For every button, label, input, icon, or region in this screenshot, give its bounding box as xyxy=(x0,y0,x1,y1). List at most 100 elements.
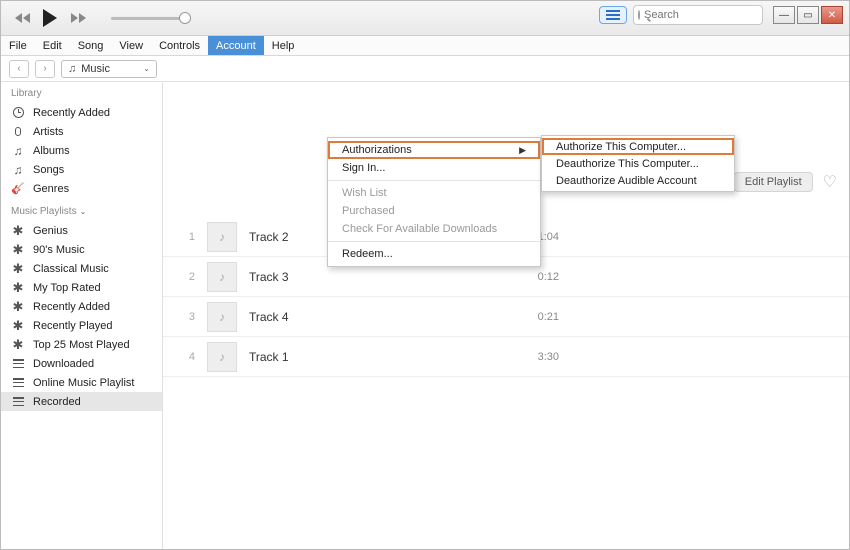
track-number: 2 xyxy=(181,271,195,283)
track-row[interactable]: 3 ♪ Track 4 0:21 xyxy=(163,297,849,337)
menu-help[interactable]: Help xyxy=(264,36,303,55)
search-input[interactable] xyxy=(633,5,763,25)
note-icon: ♫ xyxy=(11,163,25,177)
search-icon xyxy=(638,10,640,20)
forward-button[interactable]: › xyxy=(35,60,55,78)
gear-icon: ✱ xyxy=(11,338,25,351)
gear-icon: ✱ xyxy=(11,281,25,294)
sidebar-item-label: Classical Music xyxy=(33,263,109,275)
sidebar-item-recently-added[interactable]: Recently Added xyxy=(1,103,162,122)
sidebar-item-90-s-music[interactable]: ✱90's Music xyxy=(1,240,162,259)
track-art-placeholder: ♪ xyxy=(207,302,237,332)
sidebar-item-top-25-most-played[interactable]: ✱ Top 25 Most Played xyxy=(1,335,162,354)
sidebar: Library Recently AddedArtists♫Albums♫Son… xyxy=(1,82,163,549)
sidebar-item-label: Recorded xyxy=(33,396,81,408)
menu-controls[interactable]: Controls xyxy=(151,36,208,55)
track-row[interactable]: 4♪Track 13:30 xyxy=(163,337,849,377)
track-art-placeholder: ♪ xyxy=(207,342,237,372)
track-duration: 0:21 xyxy=(538,311,559,323)
account-menu-check-for-available-downloads: Check For Available Downloads xyxy=(328,220,540,238)
chevron-right-icon: ▶ xyxy=(519,145,526,156)
edit-playlist-button[interactable]: Edit Playlist xyxy=(734,172,813,192)
menu-bar: FileEditSongViewControlsAccountHelp xyxy=(1,36,849,56)
sidebar-item-label: Top 25 Most Played xyxy=(33,339,130,351)
list-view-toggle[interactable] xyxy=(599,6,627,24)
track-title: Track 4 xyxy=(249,310,449,324)
track-title: Track 1 xyxy=(249,350,449,364)
guitar-icon: 🎸 xyxy=(11,182,25,195)
main-content: ••• Edit Playlist ♡ 1♪Track 21:042♪Track… xyxy=(163,82,849,549)
prev-track-button[interactable] xyxy=(13,9,31,27)
source-picker-label: Music xyxy=(81,63,110,75)
sidebar-item-genius[interactable]: ✱ Genius xyxy=(1,221,162,240)
gear-icon: ✱ xyxy=(11,243,25,256)
chevron-down-icon: ⌄ xyxy=(80,207,87,216)
list-icon xyxy=(11,359,25,368)
gear-icon: ✱ xyxy=(11,224,25,237)
sidebar-item-recently-added[interactable]: ✱ Recently Added xyxy=(1,297,162,316)
menu-view[interactable]: View xyxy=(111,36,151,55)
sidebar-item-label: Artists xyxy=(33,126,64,138)
sidebar-item-my-top-rated[interactable]: ✱ My Top Rated xyxy=(1,278,162,297)
next-track-button[interactable] xyxy=(69,9,87,27)
sidebar-item-classical-music[interactable]: ✱ Classical Music xyxy=(1,259,162,278)
note-icon: ♫ xyxy=(11,144,25,158)
menu-song[interactable]: Song xyxy=(70,36,112,55)
auth-submenu-deauthorize-this-computer-[interactable]: Deauthorize This Computer... xyxy=(542,155,734,172)
volume-slider[interactable] xyxy=(111,17,191,20)
gear-icon: ✱ xyxy=(11,262,25,275)
auth-submenu-authorize-this-computer-[interactable]: Authorize This Computer... xyxy=(542,138,734,155)
sidebar-item-label: Genius xyxy=(33,225,68,237)
sidebar-item-artists[interactable]: Artists xyxy=(1,122,162,141)
sidebar-item-albums[interactable]: ♫ Albums xyxy=(1,141,162,160)
favorite-icon[interactable]: ♡ xyxy=(823,172,837,192)
account-menu-purchased: Purchased xyxy=(328,202,540,220)
account-menu-sign-in-[interactable]: Sign In... xyxy=(328,159,540,177)
gear-icon: ✱ xyxy=(11,319,25,332)
sub-toolbar: ‹ › ♫Music ⌄ xyxy=(1,56,849,82)
sidebar-item-downloaded[interactable]: Downloaded xyxy=(1,354,162,373)
track-art-placeholder: ♪ xyxy=(207,222,237,252)
music-note-icon: ♫ xyxy=(68,63,76,75)
sidebar-item-label: My Top Rated xyxy=(33,282,101,294)
back-button[interactable]: ‹ xyxy=(9,60,29,78)
account-menu-redeem-[interactable]: Redeem... xyxy=(328,245,540,263)
sidebar-item-genres[interactable]: 🎸 Genres xyxy=(1,179,162,198)
sidebar-item-label: Genres xyxy=(33,183,69,195)
list-icon xyxy=(11,397,25,406)
track-number: 3 xyxy=(181,311,195,323)
sidebar-header-playlists[interactable]: Music Playlists⌄ xyxy=(1,198,162,221)
sidebar-item-label: Recently Added xyxy=(33,301,110,313)
menu-edit[interactable]: Edit xyxy=(35,36,70,55)
mic-icon xyxy=(11,127,25,136)
gear-icon: ✱ xyxy=(11,300,25,313)
sidebar-item-label: Recently Played xyxy=(33,320,113,332)
sidebar-item-label: Downloaded xyxy=(33,358,94,370)
track-number: 1 xyxy=(181,231,195,243)
sidebar-item-label: Recently Added xyxy=(33,107,110,119)
account-menu-wish-list: Wish List xyxy=(328,184,540,202)
sidebar-item-label: Songs xyxy=(33,164,64,176)
menu-account[interactable]: Account xyxy=(208,36,264,55)
track-duration: 0:12 xyxy=(538,271,559,283)
window-close-button[interactable]: ✕ xyxy=(821,6,843,24)
track-art-placeholder: ♪ xyxy=(207,262,237,292)
list-icon xyxy=(11,378,25,387)
sidebar-item-recorded[interactable]: Recorded xyxy=(1,392,162,411)
sidebar-item-label: Online Music Playlist xyxy=(33,377,134,389)
play-button[interactable] xyxy=(41,9,59,27)
sidebar-item-label: Albums xyxy=(33,145,70,157)
clock-icon xyxy=(11,107,25,118)
track-duration: 3:30 xyxy=(538,351,559,363)
account-menu-authorizations[interactable]: Authorizations▶ xyxy=(328,141,540,159)
menu-file[interactable]: File xyxy=(1,36,35,55)
window-minimize-button[interactable]: — xyxy=(773,6,795,24)
window-maximize-button[interactable]: ▭ xyxy=(797,6,819,24)
sidebar-item-recently-played[interactable]: ✱ Recently Played xyxy=(1,316,162,335)
sidebar-item-online-music-playlist[interactable]: Online Music Playlist xyxy=(1,373,162,392)
source-picker[interactable]: ♫Music ⌄ xyxy=(61,60,157,78)
sidebar-item-songs[interactable]: ♫ Songs xyxy=(1,160,162,179)
track-title: Track 3 xyxy=(249,270,449,284)
account-menu: Authorizations▶Sign In... Wish ListPurcha… xyxy=(327,137,541,267)
auth-submenu-deauthorize-audible-account[interactable]: Deauthorize Audible Account xyxy=(542,172,734,189)
